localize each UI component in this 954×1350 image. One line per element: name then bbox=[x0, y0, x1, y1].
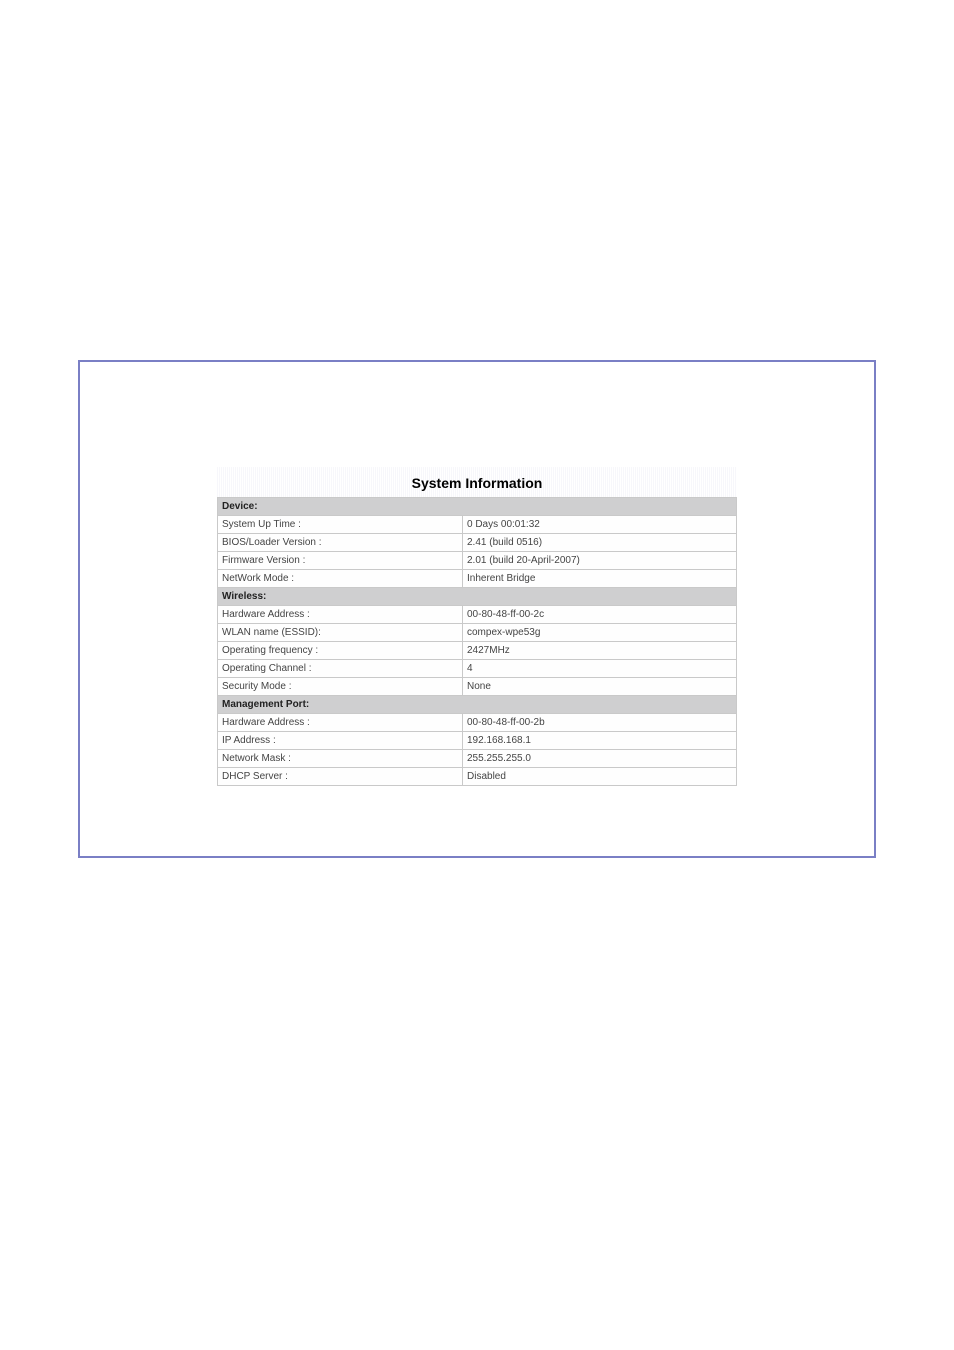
section-header: Wireless: bbox=[218, 588, 737, 606]
row-value: compex-wpe53g bbox=[463, 624, 737, 642]
row-label: Hardware Address : bbox=[218, 714, 463, 732]
row-value: 2.41 (build 0516) bbox=[463, 534, 737, 552]
row-label: BIOS/Loader Version : bbox=[218, 534, 463, 552]
table-row: DHCP Server : Disabled bbox=[218, 768, 737, 786]
table-row: WLAN name (ESSID): compex-wpe53g bbox=[218, 624, 737, 642]
section-device: Device: bbox=[218, 498, 737, 516]
row-label: Operating frequency : bbox=[218, 642, 463, 660]
section-header: Management Port: bbox=[218, 696, 737, 714]
row-value: None bbox=[463, 678, 737, 696]
table-row: System Up Time : 0 Days 00:01:32 bbox=[218, 516, 737, 534]
row-label: IP Address : bbox=[218, 732, 463, 750]
table-row: IP Address : 192.168.168.1 bbox=[218, 732, 737, 750]
table-row: Network Mask : 255.255.255.0 bbox=[218, 750, 737, 768]
row-label: Hardware Address : bbox=[218, 606, 463, 624]
row-label: WLAN name (ESSID): bbox=[218, 624, 463, 642]
row-value: 00-80-48-ff-00-2b bbox=[463, 714, 737, 732]
row-label: System Up Time : bbox=[218, 516, 463, 534]
row-label: Operating Channel : bbox=[218, 660, 463, 678]
row-value: 0 Days 00:01:32 bbox=[463, 516, 737, 534]
system-information-panel: System Information Device: System Up Tim… bbox=[217, 467, 737, 786]
table-row: Hardware Address : 00-80-48-ff-00-2b bbox=[218, 714, 737, 732]
table-row: Operating frequency : 2427MHz bbox=[218, 642, 737, 660]
row-value: 2427MHz bbox=[463, 642, 737, 660]
row-label: Firmware Version : bbox=[218, 552, 463, 570]
row-value: 255.255.255.0 bbox=[463, 750, 737, 768]
section-management-port: Management Port: bbox=[218, 696, 737, 714]
table-row: Hardware Address : 00-80-48-ff-00-2c bbox=[218, 606, 737, 624]
row-label: DHCP Server : bbox=[218, 768, 463, 786]
page-title: System Information bbox=[217, 467, 737, 497]
outer-frame: System Information Device: System Up Tim… bbox=[78, 360, 876, 858]
table-row: NetWork Mode : Inherent Bridge bbox=[218, 570, 737, 588]
row-value: 2.01 (build 20-April-2007) bbox=[463, 552, 737, 570]
table-row: Operating Channel : 4 bbox=[218, 660, 737, 678]
row-value: 192.168.168.1 bbox=[463, 732, 737, 750]
system-information-table: Device: System Up Time : 0 Days 00:01:32… bbox=[217, 497, 737, 786]
row-value: Disabled bbox=[463, 768, 737, 786]
section-wireless: Wireless: bbox=[218, 588, 737, 606]
inner-area: System Information Device: System Up Tim… bbox=[90, 372, 864, 846]
row-value: 00-80-48-ff-00-2c bbox=[463, 606, 737, 624]
row-label: Network Mask : bbox=[218, 750, 463, 768]
row-value: 4 bbox=[463, 660, 737, 678]
table-row: Security Mode : None bbox=[218, 678, 737, 696]
table-row: Firmware Version : 2.01 (build 20-April-… bbox=[218, 552, 737, 570]
row-value: Inherent Bridge bbox=[463, 570, 737, 588]
table-row: BIOS/Loader Version : 2.41 (build 0516) bbox=[218, 534, 737, 552]
section-header: Device: bbox=[218, 498, 737, 516]
row-label: Security Mode : bbox=[218, 678, 463, 696]
row-label: NetWork Mode : bbox=[218, 570, 463, 588]
